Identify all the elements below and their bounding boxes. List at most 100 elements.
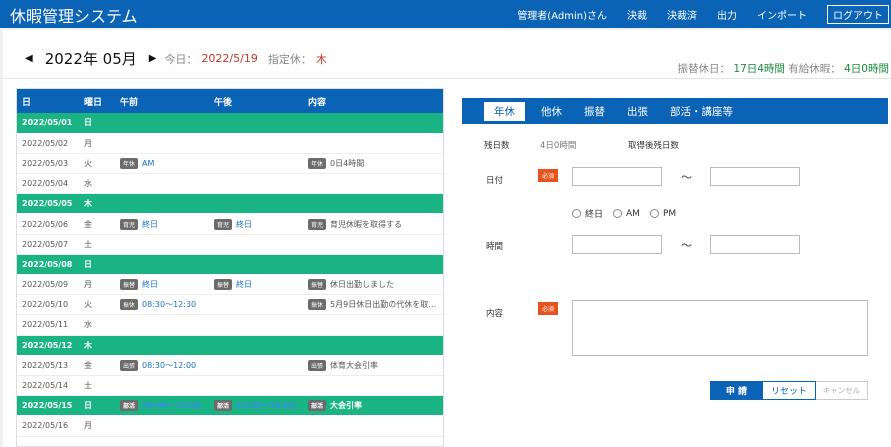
calendar-table-panel: 日 曜日 午前 午後 内容 2022/05/01 日 2022/05/02 月 2022… — [16, 88, 444, 447]
cell-content: 育児 育児休暇を取得する — [303, 213, 443, 235]
content-textarea[interactable] — [572, 300, 868, 356]
leave-type-badge: 部活 — [120, 400, 139, 412]
top-bar: 休暇管理システム 管理者(Admin)さん 決裁 決裁済 出力 インポート ログ… — [0, 0, 891, 28]
cell-pm: 育児 終日 — [209, 213, 303, 235]
table-row[interactable]: 2022/05/05 木 — [17, 193, 443, 215]
leave-type-badge: 育児 — [120, 218, 139, 230]
cell-date: 2022/05/15 — [17, 395, 79, 417]
header-dow: 曜日 — [79, 89, 115, 113]
time-to-input[interactable] — [710, 235, 800, 254]
table-row[interactable]: 2022/05/07 土 — [17, 234, 443, 255]
next-month-icon[interactable]: ▶ — [149, 53, 157, 64]
transfer-label: 振替休日： — [677, 63, 731, 75]
cell-content: 年休 0日4時間 — [303, 153, 443, 175]
request-form-panel: 年休 他休 振替 出張 部活・講座等 残日数 4日0時間 取得後残日数 日付 必… — [462, 88, 888, 447]
cancel-button[interactable]: キャンセル — [816, 381, 868, 400]
radio-pm[interactable] — [649, 209, 659, 218]
date-to-input[interactable] — [710, 167, 800, 186]
cell-date-text: 2022/05/04 — [22, 179, 69, 189]
balance-summary: 振替休日： 17日4時間 有給休暇： 4日0時間 — [678, 61, 889, 76]
cell-pm-text[interactable]: 終日 — [236, 220, 252, 229]
cell-content — [303, 133, 443, 154]
cell-am — [115, 415, 209, 437]
cell-am — [115, 254, 209, 276]
date-label: 日付 — [486, 176, 504, 186]
cell-dow: 土 — [79, 375, 115, 397]
cell-date-text: 2022/05/06 — [22, 219, 69, 229]
table-row[interactable]: 2022/05/06 金育児 終日 育児 終日 育児 育児休暇を取得する — [17, 213, 443, 235]
nav-output[interactable]: 出力 — [717, 7, 737, 22]
table-row[interactable]: 2022/05/13 金出張 08:30～12:00 出張 体育大会引率 — [17, 355, 443, 376]
cell-dow-text: 金 — [84, 360, 92, 370]
table-row[interactable]: 2022/05/16 月 — [17, 415, 443, 437]
radio-all-day-label: 終日 — [585, 210, 604, 220]
cell-am-text[interactable]: 08:30～12:30 — [142, 300, 196, 309]
prev-month-icon[interactable]: ◀ — [25, 53, 33, 64]
cell-dow-text: 日 — [84, 401, 92, 411]
tab-business-trip[interactable]: 出張 — [627, 104, 648, 119]
cell-content-text: 育児休暇を取得する — [330, 219, 403, 229]
cell-am: 振休 08:30～12:30 — [115, 294, 209, 316]
cell-dow-text: 土 — [84, 381, 92, 391]
cell-content-text: 0日4時間 — [330, 158, 365, 168]
table-row[interactable]: 2022/05/02 月 — [17, 133, 443, 154]
nav-approval[interactable]: 決裁 — [627, 7, 647, 22]
cell-am-text[interactable]: AM — [142, 159, 154, 168]
time-from-input[interactable] — [572, 235, 662, 254]
table-row[interactable]: 2022/05/10 火振休 08:30～12:30 振休 5月9日休日出勤の代休を取得… — [17, 294, 443, 316]
divider — [3, 78, 891, 79]
tab-club-activity[interactable]: 部活・講座等 — [670, 104, 733, 119]
leave-type-badge: 部活 — [308, 400, 327, 412]
reset-button[interactable]: リセット — [763, 381, 816, 400]
nav-approved[interactable]: 決裁済 — [667, 7, 697, 22]
cell-dow-text: 日 — [84, 259, 92, 269]
radio-all-day[interactable] — [572, 209, 581, 218]
cell-content — [303, 234, 443, 255]
table-row[interactable]: 2022/05/08 日 — [17, 254, 443, 276]
cell-am — [115, 234, 209, 255]
user-name[interactable]: 管理者(Admin)さん — [517, 7, 607, 22]
cell-content-text: 休日出勤しました — [330, 280, 395, 290]
radio-am-label: AM — [626, 208, 640, 219]
date-from-input[interactable] — [572, 167, 662, 186]
month-navigation: ◀ 2022年 05月 ▶ 今日： 2022/5/19 指定休： 木 — [25, 48, 327, 69]
table-row[interactable]: 2022/05/03 火年休 AM 年休 0日4時間 — [17, 153, 443, 175]
table-row[interactable]: 2022/05/14 土 — [17, 375, 443, 397]
nav-import[interactable]: インポート — [757, 7, 807, 22]
radio-am[interactable] — [613, 209, 623, 218]
tab-annual-leave[interactable]: 年休 — [484, 101, 525, 121]
time-tilde: 〜 — [681, 239, 692, 252]
submit-button[interactable]: 申 請 — [710, 381, 763, 400]
cell-date: 2022/05/07 — [17, 234, 79, 255]
cell-am-text[interactable]: 終日 — [142, 220, 158, 229]
cell-content — [303, 113, 443, 134]
cell-dow: 日 — [79, 254, 115, 276]
cell-pm — [209, 335, 303, 356]
table-row[interactable]: 2022/05/09 月振替 終日 振替 終日 振替 休日出勤しました — [17, 274, 443, 296]
table-row[interactable]: 2022/05/01 日 — [17, 113, 443, 134]
logout-button[interactable]: ログアウト — [827, 4, 889, 24]
cell-dow-text: 水 — [84, 320, 92, 330]
table-row[interactable]: 2022/05/12 木 — [17, 335, 443, 356]
table-row[interactable]: 2022/05/11 水 — [17, 314, 443, 336]
cell-pm — [209, 314, 303, 336]
cell-dow: 水 — [79, 314, 115, 336]
cell-content: 部活 大会引率 — [303, 395, 443, 417]
tab-other-leave[interactable]: 他休 — [541, 104, 562, 119]
date-required-badge: 必須 — [538, 169, 559, 182]
cell-am-text[interactable]: 08:30～12:00 — [142, 361, 196, 370]
cell-content: 振休 5月9日休日出勤の代休を取得… — [303, 294, 443, 316]
table-row[interactable]: 2022/05/04 水 — [17, 173, 443, 195]
cell-date: 2022/05/09 — [17, 274, 79, 296]
cell-pm-text[interactable]: 終日 — [236, 280, 252, 289]
main-content: ◀ 2022年 05月 ▶ 今日： 2022/5/19 指定休： 木 振替休日：… — [3, 30, 891, 447]
cell-am-text[interactable]: 09:00～12:00 — [142, 401, 201, 410]
cell-pm-text[interactable]: 13:00～15:00 — [236, 401, 295, 410]
cell-am-text[interactable]: 終日 — [142, 280, 158, 289]
tab-transfer[interactable]: 振替 — [584, 104, 605, 119]
cell-dow: 金 — [79, 355, 115, 376]
cell-content — [303, 254, 443, 276]
cell-dow-text: 月 — [84, 138, 92, 148]
table-row[interactable]: 2022/05/15 日部活 09:00～12:00 部活 13:00～15:00 部活大… — [17, 395, 443, 417]
content-label: 内容 — [486, 309, 504, 319]
